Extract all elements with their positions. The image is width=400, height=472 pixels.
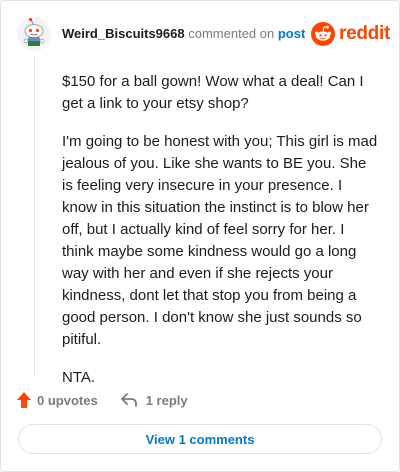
post-link[interactable]: post	[278, 26, 305, 41]
upvote-button[interactable]: 0 upvotes	[17, 392, 98, 408]
author-username[interactable]: Weird_Biscuits9668	[62, 26, 185, 41]
upvote-count: 0 upvotes	[37, 392, 98, 408]
reply-arrow-icon	[120, 393, 137, 407]
reddit-logo-icon	[311, 22, 335, 46]
comment-actions: 0 upvotes 1 reply	[17, 389, 188, 411]
comment-header: Weird_Biscuits9668 commented on post red…	[1, 1, 399, 65]
comment-byline: Weird_Biscuits9668 commented on post	[62, 26, 305, 42]
commented-on-text: commented on	[188, 26, 275, 41]
snoo-avatar-icon[interactable]	[17, 17, 51, 51]
comment-body: $150 for a ball gown! Wow what a deal! C…	[62, 65, 380, 405]
view-comments-button[interactable]: View 1 comments	[18, 424, 382, 454]
comment-card: Weird_Biscuits9668 commented on post red…	[0, 0, 400, 472]
comment-paragraph: I'm going to be honest with you; This gi…	[62, 133, 378, 348]
thread-line[interactable]	[34, 55, 35, 375]
reply-count: 1 reply	[145, 392, 188, 408]
comment-paragraph: $150 for a ball gown! Wow what a deal! C…	[62, 73, 364, 112]
comment-paragraph: NTA.	[62, 369, 96, 386]
upvote-arrow-icon	[17, 392, 31, 408]
reddit-brand[interactable]: reddit	[311, 22, 390, 46]
reddit-wordmark: reddit	[339, 23, 390, 44]
reply-button[interactable]: 1 reply	[120, 392, 188, 408]
